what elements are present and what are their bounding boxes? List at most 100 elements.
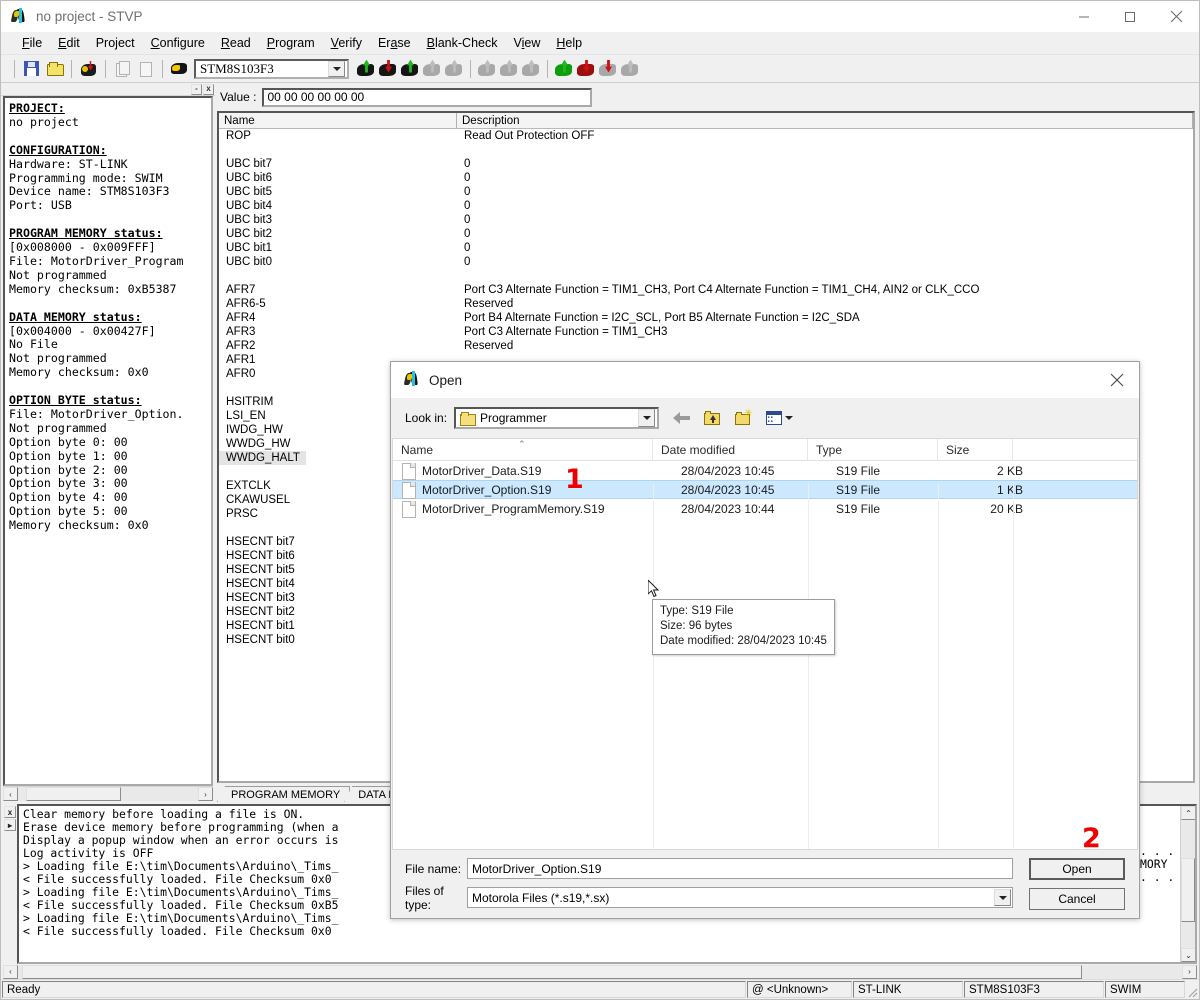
menu-configure[interactable]: Configure (143, 34, 213, 52)
scroll-right-icon[interactable]: › (198, 787, 213, 801)
read-tab3-icon[interactable] (400, 59, 420, 79)
files-of-type-row: Files of type: Motorola Files (*.s19,*.s… (405, 884, 1013, 912)
file-row[interactable]: MotorDriver_ProgramMemory.S19 28/04/2023 … (393, 499, 1137, 518)
option-row[interactable] (219, 269, 1193, 283)
option-row[interactable]: UBC bit4 0 (219, 199, 1193, 213)
program-tab2-icon[interactable] (576, 59, 596, 79)
option-row[interactable]: AFR6-5 Reserved (219, 297, 1193, 311)
device-select-icon[interactable] (168, 58, 191, 80)
tab-program-memory[interactable]: PROGRAM MEMORY (217, 786, 351, 802)
copy-icon[interactable] (111, 58, 134, 80)
dialog-close-icon[interactable] (1095, 362, 1139, 398)
option-row[interactable]: UBC bit0 0 (219, 255, 1193, 269)
minimize-icon[interactable] (1061, 1, 1107, 32)
console-close-button[interactable]: x (4, 806, 16, 818)
option-row[interactable]: UBC bit2 0 (219, 227, 1193, 241)
view-menu-icon[interactable]: ▪▪ ▪▪ (762, 407, 796, 429)
resize-grip-icon[interactable] (1185, 980, 1199, 999)
project-info-line: Option byte 4: 00 (9, 490, 128, 505)
erase-device-icon[interactable] (77, 58, 100, 80)
project-panel-hscrollbar[interactable]: ‹ › (3, 786, 213, 801)
file-row[interactable]: MotorDriver_Option.S19 28/04/2023 10:45 S1… (393, 480, 1137, 499)
column-header-type[interactable]: Type (808, 439, 938, 460)
menu-verify[interactable]: Verify (323, 34, 370, 52)
chevron-down-icon[interactable] (638, 409, 656, 427)
file-size-cell: 2 KB (996, 463, 1023, 478)
option-row-description: 0 (464, 200, 471, 212)
open-button[interactable]: Open (1029, 858, 1125, 880)
option-row[interactable]: AFR4 Port B4 Alternate Function = I2C_SCL… (219, 311, 1193, 325)
console-fragment-line (1140, 806, 1186, 845)
option-row[interactable]: UBC bit6 0 (219, 171, 1193, 185)
back-arrow-icon[interactable] (669, 407, 693, 429)
open-file-icon[interactable] (43, 58, 66, 80)
maximize-icon[interactable] (1107, 1, 1153, 32)
console-restore-button[interactable]: ▸ (4, 819, 16, 831)
option-row[interactable]: UBC bit5 0 (219, 185, 1193, 199)
device-combo[interactable]: STM8S103F3 (194, 58, 349, 79)
menu-edit[interactable]: Edit (50, 34, 88, 52)
option-row[interactable]: AFR2 Reserved (219, 339, 1193, 353)
menu-project[interactable]: Project (88, 34, 143, 52)
file-name-input[interactable]: MotorDriver_Option.S19 (467, 858, 1013, 879)
file-row[interactable]: MotorDriver_Data.S19 28/04/2023 10:45 S19 … (393, 461, 1137, 480)
column-header-description[interactable]: Description (457, 113, 1193, 128)
file-size-cell: 20 KB (990, 501, 1023, 516)
option-row[interactable]: UBC bit3 0 (219, 213, 1193, 227)
program-icon-group (355, 59, 641, 79)
console-line: < File successfully loaded. File Checksu… (23, 924, 332, 938)
option-row-description: 0 (464, 256, 471, 268)
panel-close-button[interactable]: x (203, 83, 214, 95)
hscroll-track[interactable] (18, 787, 198, 801)
program-tab3-icon[interactable] (598, 59, 618, 79)
menu-erase[interactable]: Erase (370, 34, 419, 52)
option-row[interactable]: AFR7 Port C3 Alternate Function = TIM1_CH… (219, 283, 1193, 297)
program-tab1-icon[interactable] (554, 59, 574, 79)
new-folder-icon[interactable]: ✳ (731, 407, 755, 429)
menu-blank-check[interactable]: Blank-Check (419, 34, 506, 52)
option-row-description: 0 (464, 172, 471, 184)
option-row-description (457, 269, 1193, 283)
column-header-size[interactable]: Size (938, 439, 1013, 460)
annotation-marker-1: 1 (565, 464, 584, 495)
files-of-type-value: Motorola Files (*.s19,*.sx) (472, 890, 610, 905)
column-header-date[interactable]: Date modified (653, 439, 808, 460)
scroll-down-icon[interactable]: ⌄ (1181, 948, 1195, 962)
option-row-name: UBC bit1 (226, 242, 273, 254)
scroll-left-icon[interactable]: ‹ (3, 787, 18, 801)
status-mode: SWIM (1105, 981, 1185, 998)
column-header-name[interactable]: Name (219, 113, 457, 128)
option-row[interactable]: ROP Read Out Protection OFF (219, 129, 1193, 143)
read-tab1-icon[interactable] (356, 59, 376, 79)
chevron-down-icon[interactable] (994, 889, 1011, 906)
console-scroll-right-icon[interactable]: › (1182, 964, 1197, 979)
project-info-line (9, 380, 208, 394)
menu-read[interactable]: Read (213, 34, 259, 52)
read-tab2-icon[interactable] (378, 59, 398, 79)
project-section-heading: PROGRAM MEMORY status: (9, 226, 163, 241)
column-header-name[interactable]: Name ⌃ (393, 439, 653, 460)
save-icon[interactable] (20, 58, 43, 80)
look-in-combo[interactable]: Programmer (454, 407, 660, 429)
console-scroll-left-icon[interactable]: ‹ (3, 964, 18, 979)
panel-minimize-button[interactable]: - (191, 83, 202, 95)
console-hscroll-track[interactable] (18, 964, 1182, 979)
close-icon[interactable] (1153, 1, 1199, 32)
menu-view[interactable]: View (505, 34, 548, 52)
dialog-title-bar: Open (391, 362, 1139, 398)
option-row[interactable] (219, 143, 1193, 157)
up-one-level-icon[interactable] (700, 407, 724, 429)
option-row[interactable]: UBC bit1 0 (219, 241, 1193, 255)
value-input[interactable]: 00 00 00 00 00 00 (262, 87, 593, 107)
chevron-down-icon[interactable] (328, 60, 345, 77)
option-row[interactable]: AFR3 Port C3 Alternate Function = TIM1_CH… (219, 325, 1193, 339)
project-info-line: File: MotorDriver_Option. (9, 406, 184, 421)
console-hscrollbar[interactable]: ‹ › (3, 964, 1197, 979)
menu-program[interactable]: Program (259, 34, 323, 52)
cancel-button[interactable]: Cancel (1029, 888, 1125, 910)
menu-file[interactable]: File (14, 34, 50, 52)
option-row[interactable]: UBC bit7 0 (219, 157, 1193, 171)
files-of-type-combo[interactable]: Motorola Files (*.s19,*.sx) (467, 887, 1013, 908)
menu-help[interactable]: Help (548, 34, 590, 52)
paste-icon[interactable] (134, 58, 157, 80)
